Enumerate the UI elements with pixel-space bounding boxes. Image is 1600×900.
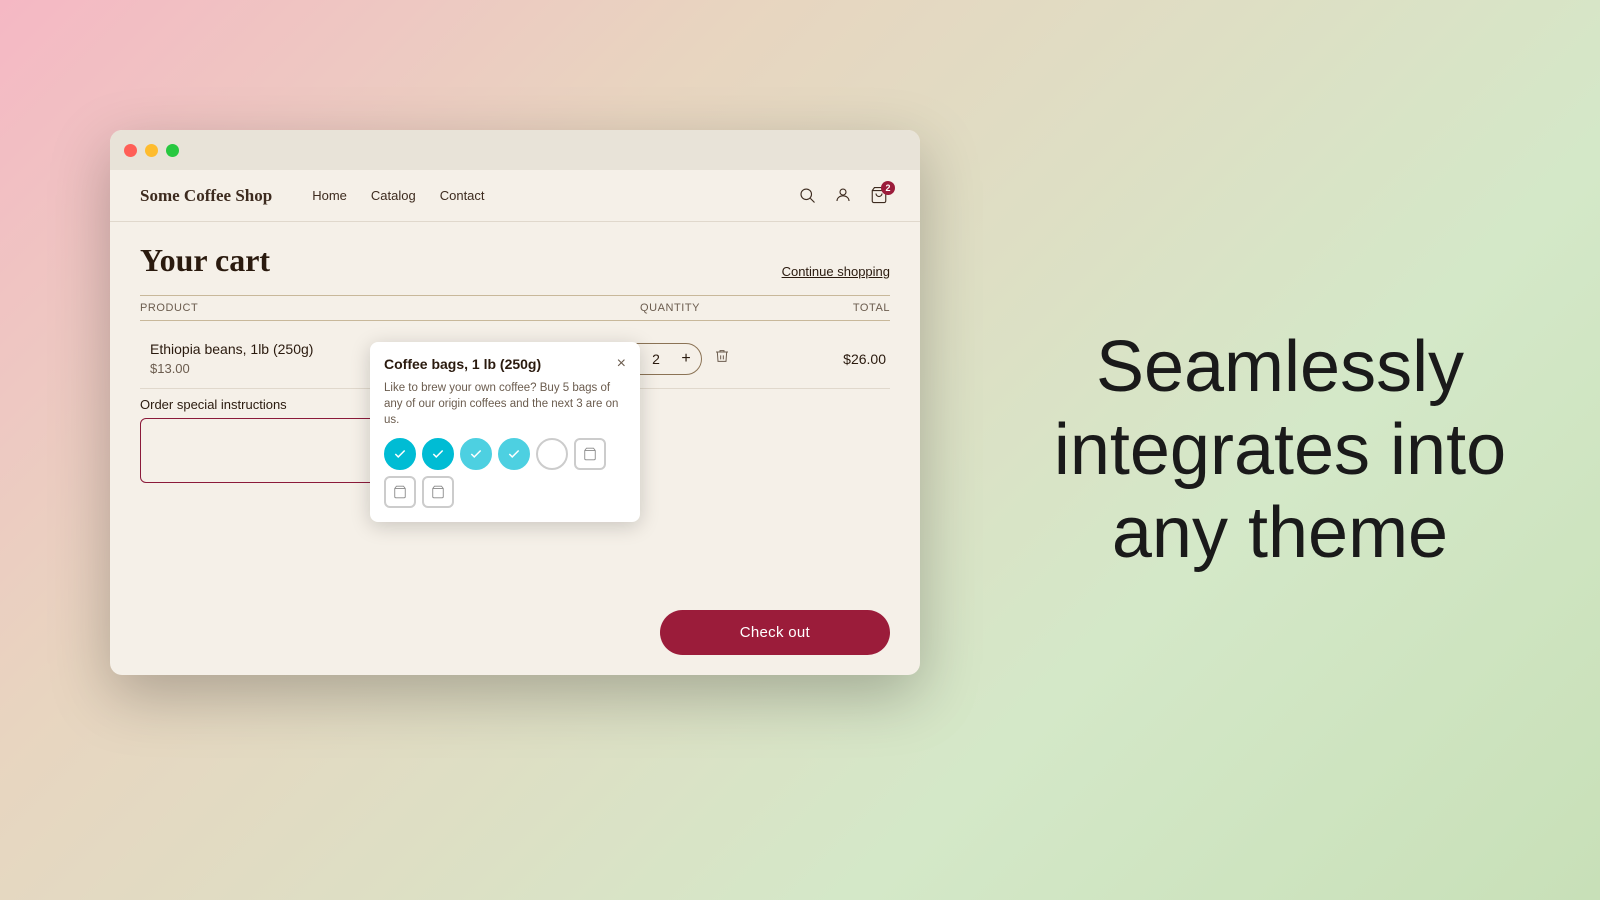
- brand-logo: Some Coffee Shop: [140, 186, 272, 206]
- right-text-line3: any theme: [1112, 492, 1448, 572]
- browser-content: Some Coffee Shop Home Catalog Contact 2: [110, 170, 920, 675]
- tooltip-item: [536, 438, 568, 470]
- checkout-button[interactable]: Check out: [660, 610, 890, 655]
- item-total: $26.00: [770, 351, 890, 367]
- nav-icons: 2: [798, 186, 890, 206]
- right-panel: Seamlessly integrates into any theme: [1040, 326, 1520, 574]
- tooltip-bag-item: [574, 438, 606, 470]
- nav-links: Home Catalog Contact: [312, 188, 798, 203]
- cart-icon[interactable]: 2: [870, 186, 890, 206]
- maximize-button[interactable]: [166, 144, 179, 157]
- tooltip-items: [384, 438, 626, 508]
- table-header: PRODUCT QUANTITY TOTAL: [140, 295, 890, 321]
- quantity-value: 2: [641, 351, 671, 367]
- browser-window: Some Coffee Shop Home Catalog Contact 2: [110, 130, 920, 675]
- account-icon[interactable]: [834, 186, 854, 206]
- tooltip-description: Like to brew your own coffee? Buy 5 bags…: [384, 380, 626, 428]
- tooltip-item: [498, 438, 530, 470]
- title-bar: [110, 130, 920, 170]
- col-quantity: QUANTITY: [570, 302, 770, 314]
- cart-badge: 2: [881, 181, 895, 195]
- tooltip-header: Coffee bags, 1 lb (250g) ×: [384, 356, 626, 372]
- nav-contact[interactable]: Contact: [440, 188, 485, 203]
- right-text-line1: Seamlessly: [1096, 327, 1464, 407]
- minimize-button[interactable]: [145, 144, 158, 157]
- tooltip-item: [460, 438, 492, 470]
- checkout-section: Check out: [660, 610, 890, 655]
- delete-item-button[interactable]: [714, 348, 730, 369]
- tooltip-title: Coffee bags, 1 lb (250g): [384, 356, 541, 372]
- instructions-textarea[interactable]: [140, 418, 400, 483]
- nav-home[interactable]: Home: [312, 188, 347, 203]
- navigation: Some Coffee Shop Home Catalog Contact 2: [110, 170, 920, 222]
- tooltip-item: [384, 438, 416, 470]
- close-button[interactable]: [124, 144, 137, 157]
- col-total: TOTAL: [770, 302, 890, 314]
- main-content: Your cart Continue shopping PRODUCT QUAN…: [110, 222, 920, 675]
- nav-catalog[interactable]: Catalog: [371, 188, 416, 203]
- tooltip-bag-item: [384, 476, 416, 508]
- continue-shopping-link[interactable]: Continue shopping: [782, 264, 890, 279]
- tooltip-close-button[interactable]: ×: [617, 356, 626, 372]
- right-text-line2: integrates into: [1054, 410, 1506, 490]
- cart-header: Your cart Continue shopping: [140, 242, 890, 279]
- search-icon[interactable]: [798, 186, 818, 206]
- cart-title: Your cart: [140, 242, 270, 279]
- upsell-tooltip: Coffee bags, 1 lb (250g) × Like to brew …: [370, 342, 640, 522]
- tooltip-bag-item: [422, 476, 454, 508]
- increase-quantity-button[interactable]: +: [671, 344, 701, 374]
- col-product: PRODUCT: [140, 302, 570, 314]
- tooltip-item: [422, 438, 454, 470]
